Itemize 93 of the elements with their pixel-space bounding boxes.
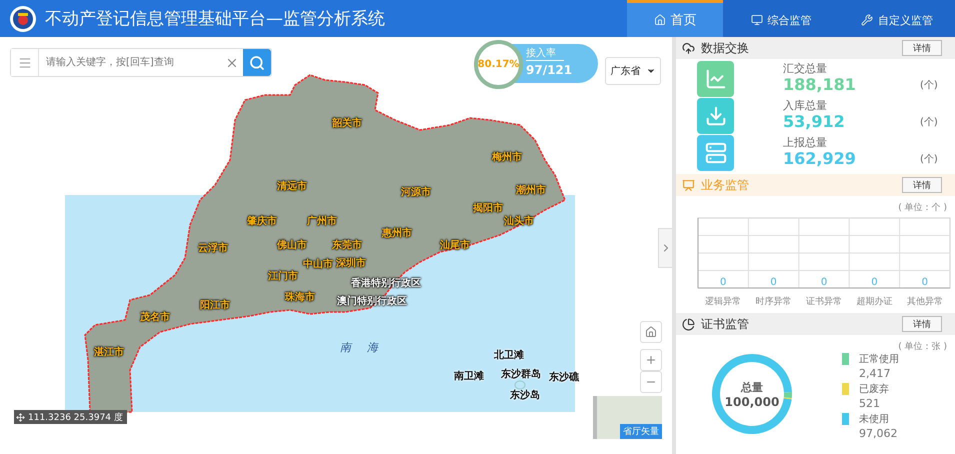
cloud-icon <box>682 42 695 54</box>
sea-label: 南海 <box>340 340 394 355</box>
island-label: 东沙岛 <box>510 388 540 402</box>
column-label: 时序异常 <box>756 297 792 307</box>
city-label: 惠州市 <box>382 226 412 240</box>
region-select[interactable]: 广东省 <box>605 57 661 85</box>
stat-unit: (个) <box>920 78 939 92</box>
island-label: 南卫滩 <box>454 370 484 383</box>
city-label: 肇庆市 <box>247 214 277 228</box>
basemap-label: 省厅矢量 <box>620 424 662 439</box>
count-value: 0 <box>770 277 777 288</box>
nav-tab[interactable]: 综合监管 <box>723 0 839 37</box>
rate-percent: 80.17% <box>474 40 523 89</box>
count-value: 0 <box>720 277 726 288</box>
donut-slice <box>784 392 792 398</box>
stat-label: 汇交总量 <box>783 62 828 75</box>
city-label: 云浮市 <box>198 241 228 255</box>
rate-value: 97/121 <box>526 62 574 79</box>
city-label: 东莞市 <box>332 238 362 252</box>
donut-label: 总量 <box>741 380 763 394</box>
city-label: 潮州市 <box>516 183 546 197</box>
island-label: 东沙礁 <box>549 370 579 384</box>
menu-icon <box>18 56 32 70</box>
stat-value: 188,181 <box>783 75 857 95</box>
column-label: 超期办证 <box>856 297 892 307</box>
column-label: 其他异常 <box>906 297 943 307</box>
city-label: 江门市 <box>268 269 298 283</box>
zoom-in-button[interactable] <box>640 349 662 371</box>
city-label: 韶关市 <box>332 116 362 130</box>
home-icon <box>645 326 657 338</box>
city-label: 河源市 <box>401 185 431 199</box>
app-title: 不动产登记信息管理基础平台—监管分析系统 <box>45 8 386 30</box>
stat-label: 入库总量 <box>783 99 828 112</box>
menu-button[interactable] <box>11 49 39 76</box>
search-icon <box>249 54 265 70</box>
detail-button[interactable]: 详情 <box>902 316 942 332</box>
home-button[interactable] <box>640 321 662 343</box>
legend-label: 未使用 <box>859 413 890 427</box>
logo-icon <box>9 4 37 32</box>
stat-unit: (个) <box>920 116 939 128</box>
donut-value: 100,000 <box>724 394 780 408</box>
city-label: 湛江市 <box>94 345 124 359</box>
home-icon <box>654 14 666 26</box>
detail-button[interactable]: 详情 <box>902 40 942 56</box>
legend-label: 正常使用 <box>859 353 899 367</box>
stat-label: 上报总量 <box>783 136 828 149</box>
line-chart-icon <box>704 68 726 90</box>
stat-value: 53,912 <box>783 112 846 132</box>
rate-label: 接入率 <box>526 47 564 61</box>
crosshair-icon <box>16 412 25 422</box>
section-title: 数据交换 <box>701 40 750 56</box>
column-label: 证书异常 <box>806 297 842 307</box>
legend-value: 2,417 <box>859 367 892 381</box>
detail-button[interactable]: 详情 <box>902 177 942 193</box>
city-label: 汕尾市 <box>440 238 470 252</box>
count-value: 0 <box>820 277 828 288</box>
city-label: 深圳市 <box>336 256 366 270</box>
city-label: 梅州市 <box>492 150 522 164</box>
city-label: 广州市 <box>307 214 337 228</box>
search-field[interactable]: 请输入关键字，按[回车]查询 <box>10 48 272 77</box>
city-label: 佛山市 <box>277 238 307 252</box>
city-label: 中山市 <box>303 257 333 271</box>
city-label: 汕头市 <box>504 214 534 228</box>
unit-label: ( 单位：张 ) <box>898 340 947 353</box>
legend-label: 已废弃 <box>859 383 890 397</box>
section-title: 证书监管 <box>701 316 750 332</box>
island-label: 东沙群岛 <box>501 367 541 381</box>
city-label: 茂名市 <box>140 310 170 324</box>
legend-value: 97,062 <box>859 427 898 441</box>
section-title: 业务监管 <box>701 176 750 194</box>
city-label: 珠海市 <box>285 290 315 304</box>
plus-icon <box>645 354 657 366</box>
city-label: 阳江市 <box>200 298 230 312</box>
column-label: 逻辑异常 <box>705 297 742 307</box>
atoll-outline <box>514 380 526 390</box>
count-value: 0 <box>922 277 928 288</box>
pie-chart-icon <box>682 318 695 330</box>
region-label: 澳门特别行政区 <box>337 294 407 308</box>
nav-tab[interactable]: 自定义监管 <box>839 0 955 37</box>
download-icon <box>704 104 726 126</box>
server-icon <box>704 142 726 164</box>
coordinate-text: 111.3236 25.3974 度 <box>28 412 123 424</box>
city-label: 揭阳市 <box>473 201 503 215</box>
island-label: 北卫滩 <box>494 348 524 362</box>
donut-slice <box>712 354 792 434</box>
tools-icon <box>861 14 873 26</box>
stat-unit: (个) <box>920 152 939 166</box>
legend-value: 521 <box>859 397 881 411</box>
stat-value: 162,929 <box>783 149 857 169</box>
search-button[interactable] <box>243 49 271 76</box>
count-value: 0 <box>871 277 878 288</box>
city-label: 清远市 <box>277 179 307 193</box>
unit-label: ( 单位：个 ) <box>898 202 947 214</box>
